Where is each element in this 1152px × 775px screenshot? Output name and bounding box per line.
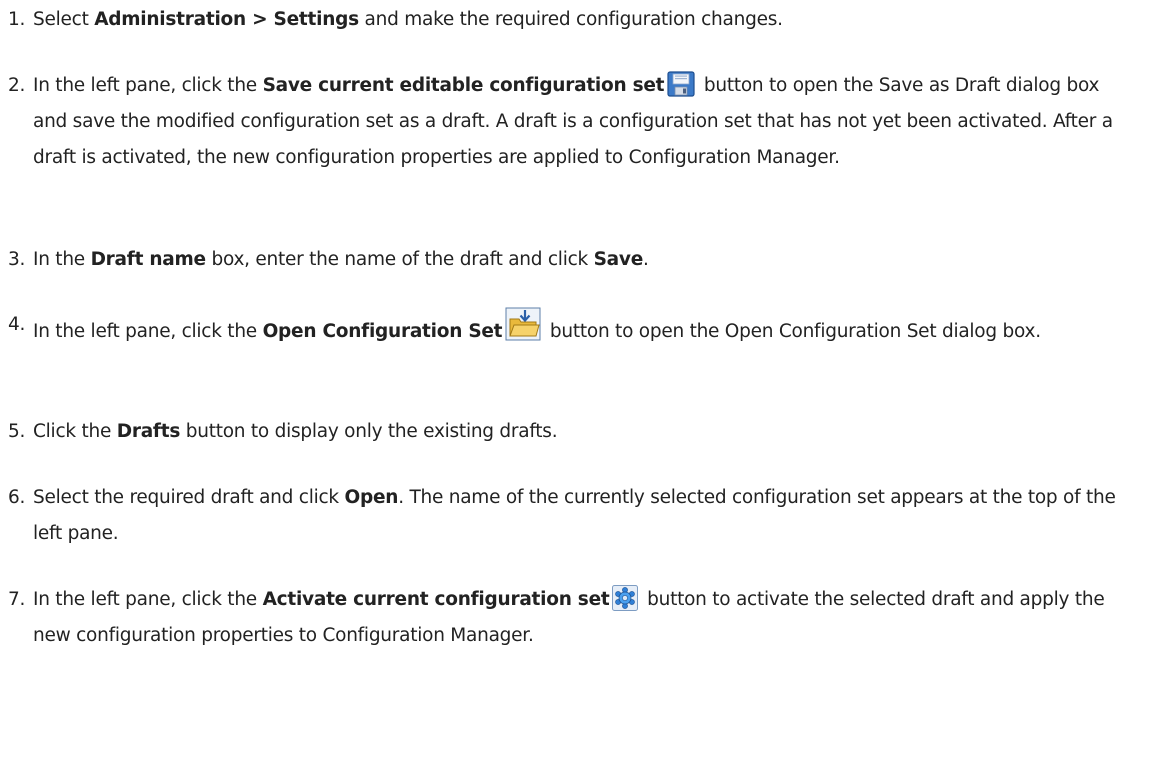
step-6: 6. Select the required draft and click O…: [0, 480, 1130, 552]
button-name: Open: [344, 487, 399, 508]
step-number: 5.: [8, 421, 26, 442]
step-3: 3. In the Draft name box, enter the name…: [0, 242, 1130, 278]
save-floppy-icon: [667, 71, 695, 97]
step-text: In the left pane, click the Activate cur…: [33, 582, 1130, 654]
step-number: 7.: [8, 589, 26, 610]
step-text: In the Draft name box, enter the name of…: [33, 249, 649, 270]
button-name: Save: [593, 249, 644, 270]
button-name: Activate current configuration set: [262, 589, 610, 610]
step-number: 3.: [8, 249, 26, 270]
step-number: 1.: [8, 9, 26, 30]
button-name: Open Configuration Set: [262, 321, 503, 342]
button-name: Save current editable configuration set: [262, 75, 665, 96]
step-text: Click the Drafts button to display only …: [33, 421, 558, 442]
step-number: 2.: [8, 75, 26, 96]
step-text: Select Administration > Settings and mak…: [33, 9, 783, 30]
button-name: Drafts: [116, 421, 181, 442]
step-text: Select the required draft and click Open…: [33, 487, 1116, 544]
menu-path: Administration > Settings: [94, 9, 359, 30]
open-folder-icon: [505, 307, 541, 341]
activate-gear-icon: [612, 585, 639, 611]
step-7: 7. In the left pane, click the Activate …: [0, 582, 1130, 654]
step-2: 2. In the left pane, click the Save curr…: [0, 68, 1130, 176]
step-5: 5. Click the Drafts button to display on…: [0, 414, 1130, 450]
step-number: 6.: [8, 487, 26, 508]
step-1: 1. Select Administration > Settings and …: [0, 2, 1130, 38]
step-text: In the left pane, click the Open Configu…: [33, 307, 1130, 350]
step-4: 4. In the left pane, click the Open Conf…: [0, 307, 1130, 350]
step-number: 4.: [8, 314, 26, 335]
step-text: In the left pane, click the Save current…: [33, 68, 1130, 176]
field-name: Draft name: [90, 249, 207, 270]
